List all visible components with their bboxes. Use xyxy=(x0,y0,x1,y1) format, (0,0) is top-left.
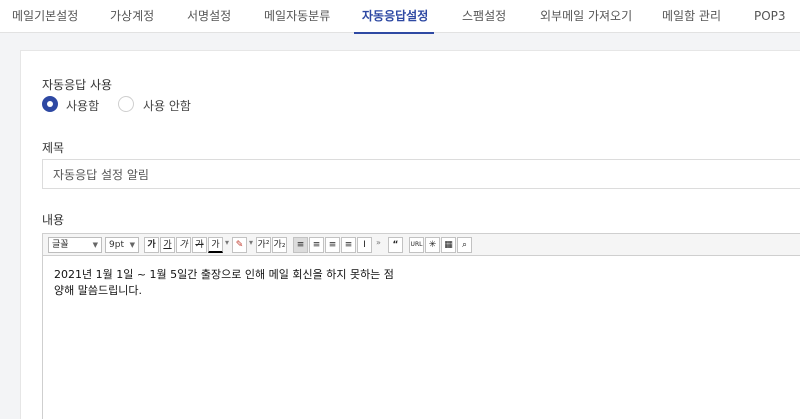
more-icon[interactable]: » xyxy=(376,238,381,247)
tab-mailbox-manage[interactable]: 메일함 관리 xyxy=(662,0,721,33)
underline-button[interactable]: 가 xyxy=(160,237,175,253)
url-link-button[interactable]: URL xyxy=(409,237,424,253)
subject-input[interactable] xyxy=(42,159,800,189)
line-height-button[interactable]: I xyxy=(357,237,372,253)
tab-pop3[interactable]: POP3 xyxy=(754,0,786,33)
subject-label: 제목 xyxy=(42,141,65,155)
content-line-2: 양해 말씀드립니다. xyxy=(54,284,142,297)
font-family-value: 글꼴 xyxy=(52,240,69,250)
editor-toolbar: 글꼴 ▼ 9pt ▼ 가 가 가 가 가 ▾ ✎ ▾ 가² 가₂ ≡ ≡ ≡ ≡… xyxy=(43,234,800,256)
superscript-button[interactable]: 가² xyxy=(256,237,271,253)
highlight-color-button[interactable]: ✎ xyxy=(232,237,247,253)
table-button[interactable]: ▦ xyxy=(441,237,456,253)
bold-button[interactable]: 가 xyxy=(144,237,159,253)
use-off-radio[interactable] xyxy=(118,96,134,112)
strikethrough-button[interactable]: 가 xyxy=(192,237,207,253)
autoreply-panel: 자동응답 사용 사용함 사용 안함 제목 내용 글꼴 ▼ 9pt ▼ 가 가 가… xyxy=(20,50,800,419)
align-center-button[interactable]: ≡ xyxy=(309,237,324,253)
font-size-select[interactable]: 9pt ▼ xyxy=(105,237,139,253)
tab-virtual-account[interactable]: 가상계정 xyxy=(110,0,154,33)
tab-spam[interactable]: 스팸설정 xyxy=(462,0,506,33)
font-family-select[interactable]: 글꼴 ▼ xyxy=(48,237,102,253)
font-color-button[interactable]: 가 xyxy=(208,237,223,253)
tab-external-mail[interactable]: 외부메일 가져오기 xyxy=(540,0,632,33)
autoreply-use-label: 자동응답 사용 xyxy=(42,78,113,92)
align-right-button[interactable]: ≡ xyxy=(325,237,340,253)
quote-button[interactable]: “ xyxy=(388,237,403,253)
special-char-button[interactable]: ✳ xyxy=(425,237,440,253)
chevron-down-icon[interactable]: ▾ xyxy=(225,238,229,247)
align-justify-button[interactable]: ≡ xyxy=(341,237,356,253)
chevron-down-icon[interactable]: ▾ xyxy=(249,238,253,247)
tab-auto-sort[interactable]: 메일자동분류 xyxy=(264,0,330,33)
tab-signature[interactable]: 서명설정 xyxy=(187,0,231,33)
chevron-down-icon: ▼ xyxy=(129,241,135,249)
align-left-button[interactable]: ≡ xyxy=(293,237,308,253)
use-off-label[interactable]: 사용 안함 xyxy=(143,97,191,114)
content-label: 내용 xyxy=(42,213,65,227)
tab-mail-basic[interactable]: 메일기본설정 xyxy=(12,0,78,33)
search-icon[interactable]: ⌕ xyxy=(457,237,472,253)
subscript-button[interactable]: 가₂ xyxy=(272,237,287,253)
use-on-radio[interactable] xyxy=(42,96,58,112)
editor-content[interactable]: 2021년 1월 1일 ~ 1월 5일간 출장으로 인해 메일 회신을 하지 못… xyxy=(54,267,394,299)
content-line-1: 2021년 1월 1일 ~ 1월 5일간 출장으로 인해 메일 회신을 하지 못… xyxy=(54,268,394,281)
rich-text-editor: 글꼴 ▼ 9pt ▼ 가 가 가 가 가 ▾ ✎ ▾ 가² 가₂ ≡ ≡ ≡ ≡… xyxy=(42,233,800,419)
chevron-down-icon: ▼ xyxy=(92,241,98,249)
settings-tab-bar: 메일기본설정 가상계정 서명설정 메일자동분류 자동응답설정 스팸설정 외부메일… xyxy=(0,0,800,34)
font-size-value: 9pt xyxy=(109,240,124,250)
use-on-label[interactable]: 사용함 xyxy=(66,97,99,114)
italic-button[interactable]: 가 xyxy=(176,237,191,253)
tab-auto-reply[interactable]: 자동응답설정 xyxy=(354,0,434,34)
